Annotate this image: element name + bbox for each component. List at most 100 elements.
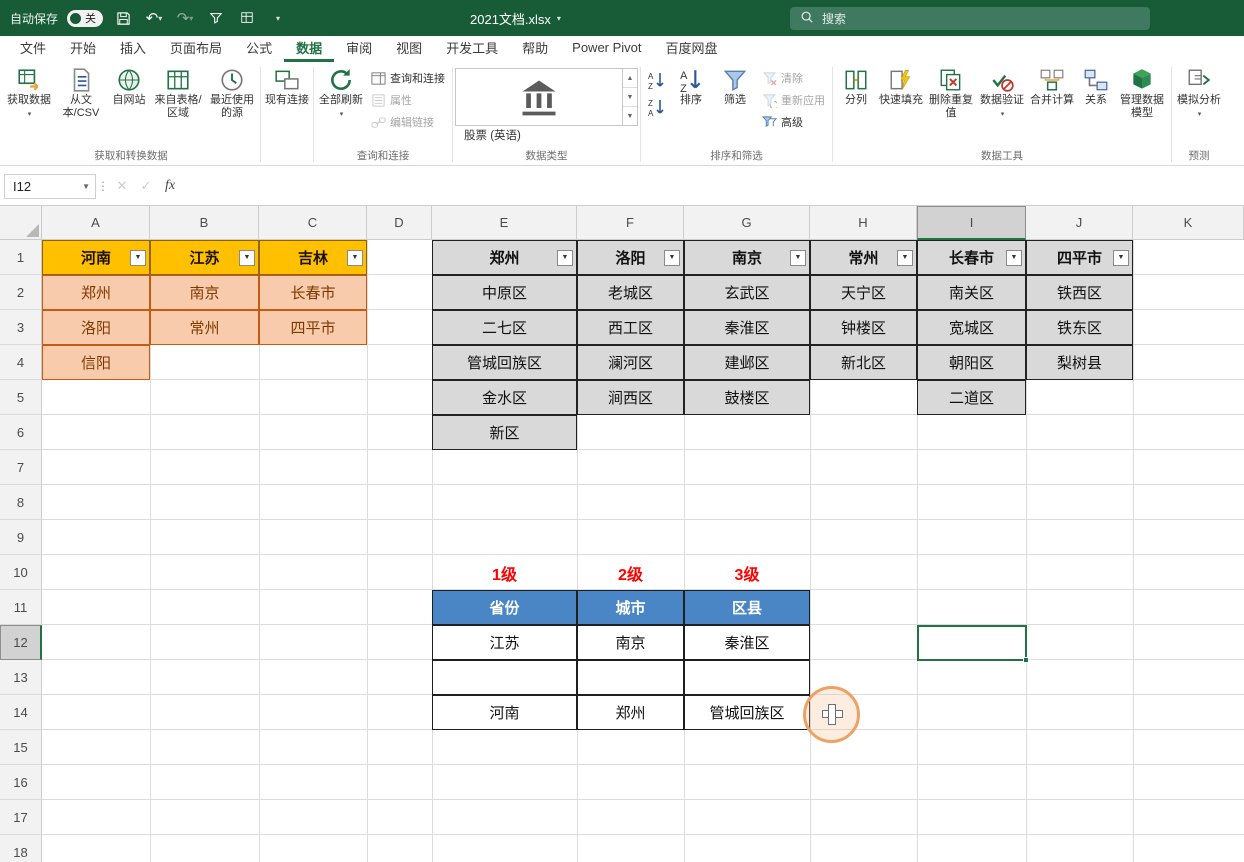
cell-I1[interactable]: 长春市 ▼ [917,240,1026,275]
row-header-15[interactable]: 15 [0,730,42,765]
queries-connections-button[interactable]: 查询和连接 [366,68,450,88]
clear-filter-button[interactable]: 清除 [757,68,830,88]
gallery-more-icon[interactable]: ▼ [623,107,637,125]
select-all-corner[interactable] [0,206,42,240]
filter-dropdown-icon[interactable]: ▼ [1006,249,1022,266]
properties-button[interactable]: 属性 [366,90,450,110]
filter-dropdown-icon[interactable]: ▼ [1113,249,1129,266]
cell-F3[interactable]: 西工区 [577,310,684,345]
column-header-K[interactable]: K [1133,206,1244,240]
from-web-button[interactable]: 自网站 [108,64,150,107]
redo-icon[interactable]: ↷ ▾ [174,7,196,29]
cell-E1[interactable]: 郑州 ▼ [432,240,577,275]
row-header-17[interactable]: 17 [0,800,42,835]
cell-G5[interactable]: 鼓楼区 [684,380,810,415]
data-validation-button[interactable]: 数据验证▾ [977,64,1027,120]
row-header-5[interactable]: 5 [0,380,42,415]
cell-A1[interactable]: 河南 ▼ [42,240,150,275]
column-header-B[interactable]: B [150,206,259,240]
sort-descending-button[interactable]: ZA [643,95,669,118]
filter-button-ribbon[interactable]: 筛选 [713,64,757,107]
cell-H3[interactable]: 钟楼区 [810,310,917,345]
cell-G1[interactable]: 南京 ▼ [684,240,810,275]
cell-F13[interactable] [577,660,684,695]
formula-input[interactable] [190,173,1240,199]
row-header-2[interactable]: 2 [0,275,42,310]
sort-ascending-button[interactable]: AZ [643,68,669,91]
column-header-D[interactable]: D [367,206,432,240]
toolbar-options-chevron-icon[interactable]: ▾ [267,7,289,29]
row-header-18[interactable]: 18 [0,835,42,862]
cell-E2[interactable]: 中原区 [432,275,577,310]
autosave-toggle[interactable]: 关 [67,9,104,27]
name-box[interactable]: I12 ▼ [4,173,96,199]
filter-dropdown-icon[interactable]: ▼ [664,249,680,266]
search-box[interactable]: 搜索 [790,7,1150,30]
row-header-10[interactable]: 10 [0,555,42,590]
cell-J4[interactable]: 梨树县 [1026,345,1133,380]
cell-H1[interactable]: 常州 ▼ [810,240,917,275]
recent-sources-button[interactable]: 最近使用的源 [206,64,258,120]
cell-H2[interactable]: 天宁区 [810,275,917,310]
confirm-entry-icon[interactable]: ✓ [134,174,158,198]
cell-J1[interactable]: 四平市 ▼ [1026,240,1133,275]
row-header-8[interactable]: 8 [0,485,42,520]
cell-F14[interactable]: 郑州 [577,695,684,730]
save-icon[interactable] [112,7,134,29]
tab-developer[interactable]: 开发工具 [434,36,510,62]
existing-connections-button[interactable]: 现有连接 [263,64,311,107]
from-text-csv-button[interactable]: 从文本/CSV [54,64,108,120]
remove-duplicates-button[interactable]: 删除重复值 [925,64,977,120]
row-header-3[interactable]: 3 [0,310,42,345]
cell-G2[interactable]: 玄武区 [684,275,810,310]
filter-dropdown-icon[interactable]: ▼ [130,249,146,266]
filter-quick-icon[interactable] [205,7,227,29]
cell-A4[interactable]: 信阳 [42,345,150,380]
cell-F4[interactable]: 澜河区 [577,345,684,380]
name-box-chevron-icon[interactable]: ▼ [82,182,95,191]
cell-F11[interactable]: 城市 [577,590,684,625]
cell-G3[interactable]: 秦淮区 [684,310,810,345]
tab-help[interactable]: 帮助 [510,36,560,62]
cell-B1[interactable]: 江苏 ▼ [150,240,259,275]
cell-C3[interactable]: 四平市 [259,310,367,345]
cell-E3[interactable]: 二七区 [432,310,577,345]
cell-H4[interactable]: 新北区 [810,345,917,380]
column-header-F[interactable]: F [577,206,684,240]
text-to-columns-button[interactable]: 分列 [835,64,877,107]
cell-I5[interactable]: 二道区 [917,380,1026,415]
sort-button[interactable]: AZ 排序 [669,64,713,107]
row-header-12[interactable]: 12 [0,625,42,660]
tab-view[interactable]: 视图 [384,36,434,62]
cell-C1[interactable]: 吉林 ▼ [259,240,367,275]
cell-G14[interactable]: 管城回族区 [684,695,810,730]
cell-E14[interactable]: 河南 [432,695,577,730]
relationships-button[interactable]: 关系 [1077,64,1115,107]
cell-E4[interactable]: 管城回族区 [432,345,577,380]
fill-handle[interactable] [1023,657,1029,663]
cell-A3[interactable]: 洛阳 [42,310,150,345]
cell-E12[interactable]: 江苏 [432,625,577,660]
cell-J2[interactable]: 铁西区 [1026,275,1133,310]
row-header-1[interactable]: 1 [0,240,42,275]
row-header-4[interactable]: 4 [0,345,42,380]
what-if-analysis-button[interactable]: 模拟分析▾ [1174,64,1224,120]
cell-E5[interactable]: 金水区 [432,380,577,415]
cell-A2[interactable]: 郑州 [42,275,150,310]
table-quick-icon[interactable] [236,7,258,29]
column-header-A[interactable]: A [42,206,150,240]
tab-home[interactable]: 开始 [58,36,108,62]
cell-E13[interactable] [432,660,577,695]
cell-G13[interactable] [684,660,810,695]
advanced-filter-button[interactable]: 高级 [757,112,830,132]
manage-data-model-button[interactable]: 管理数据模型 [1115,64,1169,120]
cell-I4[interactable]: 朝阳区 [917,345,1026,380]
tab-file[interactable]: 文件 [8,36,58,62]
undo-icon[interactable]: ↶ ▾ [143,7,165,29]
filter-dropdown-icon[interactable]: ▼ [557,249,573,266]
gallery-up-icon[interactable]: ▲ [623,69,637,88]
tab-baidu-netdisk[interactable]: 百度网盘 [654,36,730,62]
column-header-J[interactable]: J [1026,206,1133,240]
selected-cell-I12[interactable] [917,625,1029,663]
tab-formulas[interactable]: 公式 [234,36,284,62]
